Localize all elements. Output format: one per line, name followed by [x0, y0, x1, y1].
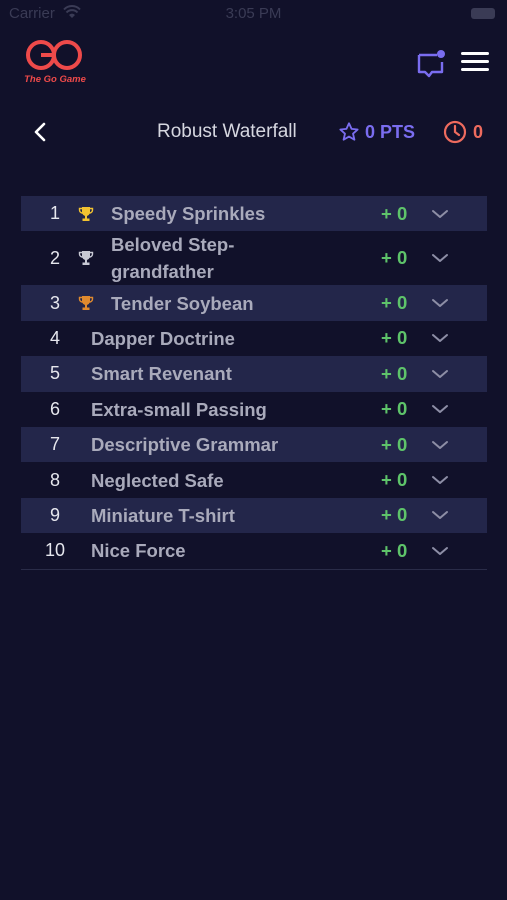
hamburger-line-icon: [461, 60, 489, 63]
chevron-down-icon[interactable]: [431, 498, 449, 533]
score-delta: + 0: [381, 433, 408, 455]
score-delta: + 0: [381, 539, 408, 561]
team-name: Nice Force: [91, 540, 186, 562]
rank-number: 4: [49, 327, 60, 348]
team-name: Beloved Step-grandfather: [111, 234, 235, 283]
score-delta: + 0: [381, 202, 408, 224]
logo-mark-icon: [26, 40, 82, 70]
app-header: The Go Game: [0, 28, 507, 98]
leaderboard-row[interactable]: 5 Smart Revenant + 0: [21, 356, 487, 392]
rank-number: 7: [49, 434, 60, 455]
go-game-logo[interactable]: The Go Game: [19, 38, 91, 85]
leaderboard-row[interactable]: 2 Beloved Step-grandfather + 0: [21, 231, 487, 285]
hamburger-line-icon: [461, 68, 489, 71]
leaderboard-row[interactable]: 1 Speedy Sprinkles + 0: [21, 196, 487, 232]
points-indicator: 0 PTS: [338, 120, 415, 144]
team-name: Descriptive Grammar: [91, 434, 279, 456]
score-delta: + 0: [381, 469, 408, 491]
score-delta: + 0: [381, 504, 408, 526]
team-name: Tender Soybean: [111, 292, 254, 314]
chevron-down-icon[interactable]: [431, 533, 449, 568]
rank-number: 10: [44, 540, 66, 561]
rank-number: 9: [49, 504, 60, 525]
points-label: 0 PTS: [365, 121, 416, 142]
chevron-down-icon[interactable]: [431, 321, 449, 356]
team-name: Extra-small Passing: [91, 398, 267, 420]
leaderboard-row[interactable]: 9 Miniature T-shirt + 0: [21, 497, 487, 534]
rank-number: 5: [49, 363, 60, 384]
brand-name: The Go Game: [24, 74, 86, 85]
game-subheader: Robust Waterfall 0 PTS 0: [0, 110, 507, 154]
battery-icon: [471, 8, 495, 19]
timer-indicator: 0: [443, 120, 483, 144]
status-bar: Carrier 3:05 PM: [0, 0, 507, 28]
rank-number: 6: [49, 398, 60, 419]
team-name: Dapper Doctrine: [91, 327, 235, 349]
leaderboard-row[interactable]: 7 Descriptive Grammar + 0: [21, 426, 487, 463]
clock-label: 3:05 PM: [225, 5, 282, 22]
gold-trophy-icon: [78, 196, 94, 231]
game-title: Robust Waterfall: [157, 121, 297, 142]
leaderboard-row[interactable]: 10 Nice Force + 0: [21, 533, 487, 568]
chevron-down-icon[interactable]: [431, 285, 449, 320]
chevron-down-icon[interactable]: [431, 462, 449, 497]
bronze-trophy-icon: [78, 285, 94, 320]
star-icon: [339, 122, 359, 141]
chevron-left-icon: [34, 122, 46, 142]
chevron-down-icon[interactable]: [431, 356, 449, 391]
menu-button[interactable]: [461, 52, 489, 74]
timer-label: 0: [473, 121, 484, 142]
score-delta: + 0: [381, 398, 408, 420]
chat-button[interactable]: [416, 49, 446, 79]
back-button[interactable]: [30, 120, 50, 144]
chevron-down-icon[interactable]: [431, 196, 449, 231]
leaderboard-row[interactable]: 6 Extra-small Passing + 0: [21, 392, 487, 427]
hamburger-line-icon: [461, 52, 489, 55]
clock-icon: [443, 120, 467, 144]
chevron-down-icon[interactable]: [431, 231, 449, 285]
team-name: Neglected Safe: [91, 469, 224, 491]
team-name: Smart Revenant: [91, 363, 232, 385]
chevron-down-icon[interactable]: [431, 427, 449, 462]
chat-notification-icon: [417, 50, 445, 78]
score-delta: + 0: [381, 362, 408, 384]
leaderboard-row[interactable]: 8 Neglected Safe + 0: [21, 462, 487, 497]
silver-trophy-icon: [78, 231, 94, 285]
chevron-down-icon[interactable]: [431, 392, 449, 427]
team-name: Miniature T-shirt: [91, 504, 235, 526]
leaderboard-row[interactable]: 4 Dapper Doctrine + 0: [21, 321, 487, 356]
score-delta: + 0: [381, 327, 408, 349]
score-delta: + 0: [381, 292, 408, 314]
rank-number: 8: [49, 469, 60, 490]
score-delta: + 0: [381, 247, 408, 269]
team-name: Speedy Sprinkles: [111, 203, 266, 225]
leaderboard: 1 Speedy Sprinkles + 0 2 Beloved Step-gr…: [21, 196, 487, 570]
leaderboard-row[interactable]: 3 Tender Soybean + 0: [21, 285, 487, 321]
